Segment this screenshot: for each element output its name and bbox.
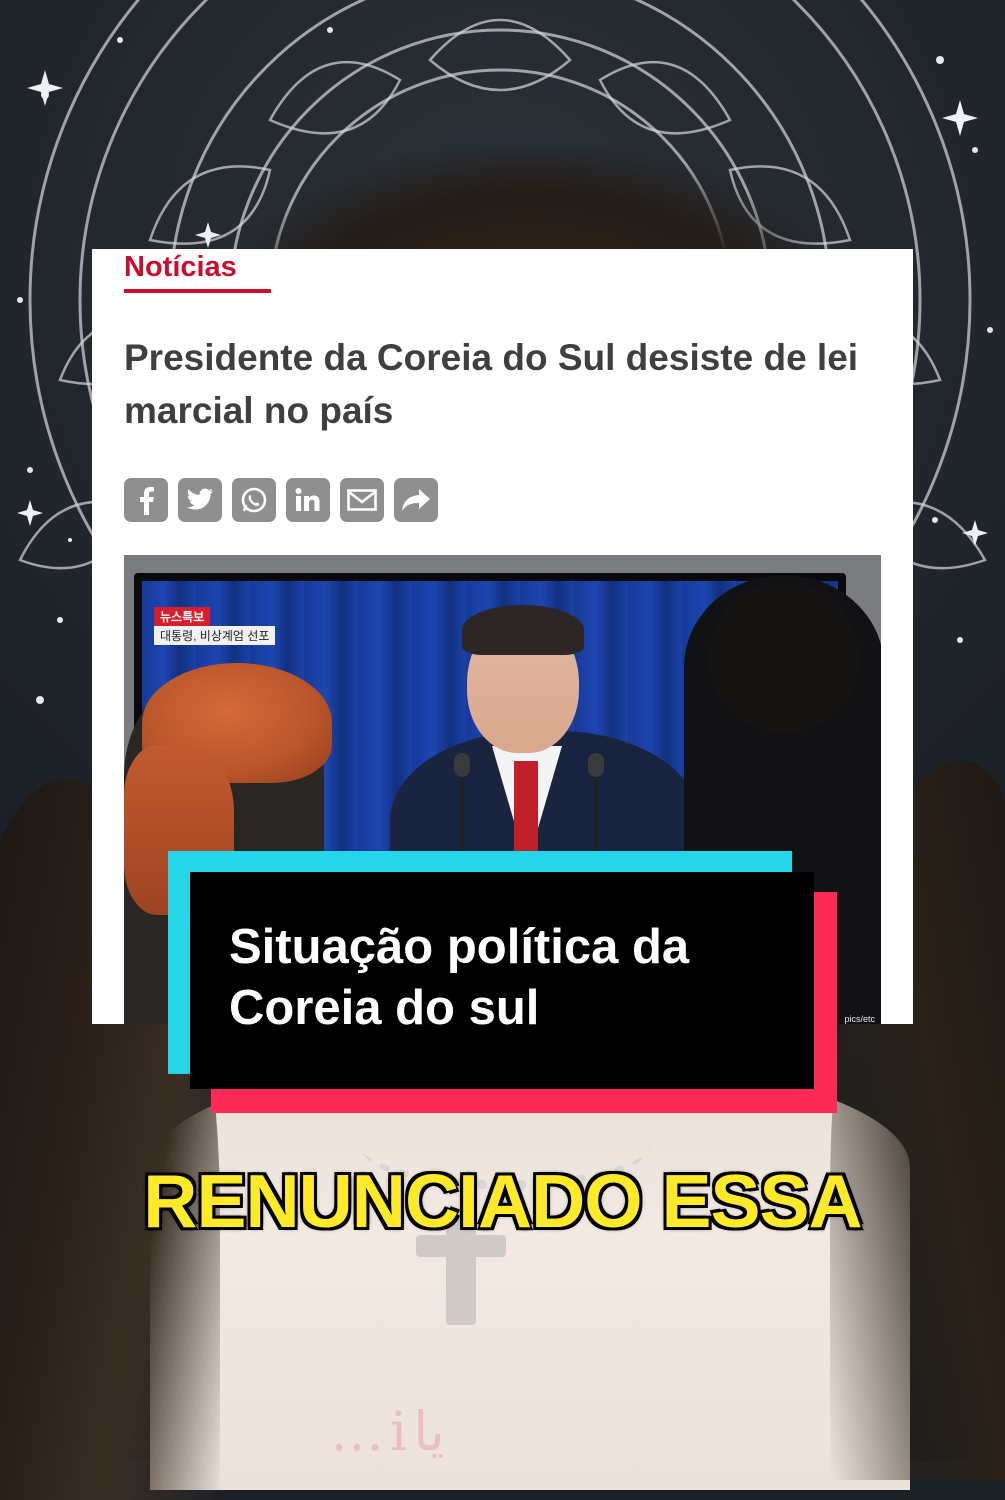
section-underline: [124, 289, 271, 293]
share-buttons: [124, 478, 438, 522]
news-ticker-text: 대통령, 비상계엄 선포: [154, 626, 276, 645]
speaker-hair: [462, 605, 584, 655]
microphone-left-head: [454, 753, 470, 777]
shirt-print: …iيا: [330, 1400, 445, 1463]
linkedin-icon[interactable]: [286, 478, 330, 522]
news-ticker-tag: 뉴스특보: [154, 607, 211, 626]
caption-box: Situação política da Coreia do sul: [190, 872, 814, 1089]
viewer-right-head: [709, 583, 859, 733]
share-arrow-icon[interactable]: [394, 478, 438, 522]
whatsapp-icon[interactable]: [232, 478, 276, 522]
caption-text: Situação política da Coreia do sul: [229, 920, 690, 1035]
section-label[interactable]: Notícias: [124, 251, 237, 284]
article-headline: Presidente da Coreia do Sul desiste de l…: [124, 337, 859, 431]
mail-icon[interactable]: [340, 478, 384, 522]
microphone-right-head: [588, 753, 604, 777]
photo-credit: pics/etc: [844, 1014, 875, 1024]
spoken-subtitle: RENUNCIADO ESSA: [143, 1159, 862, 1243]
facebook-icon[interactable]: [124, 478, 168, 522]
twitter-icon[interactable]: [178, 478, 222, 522]
